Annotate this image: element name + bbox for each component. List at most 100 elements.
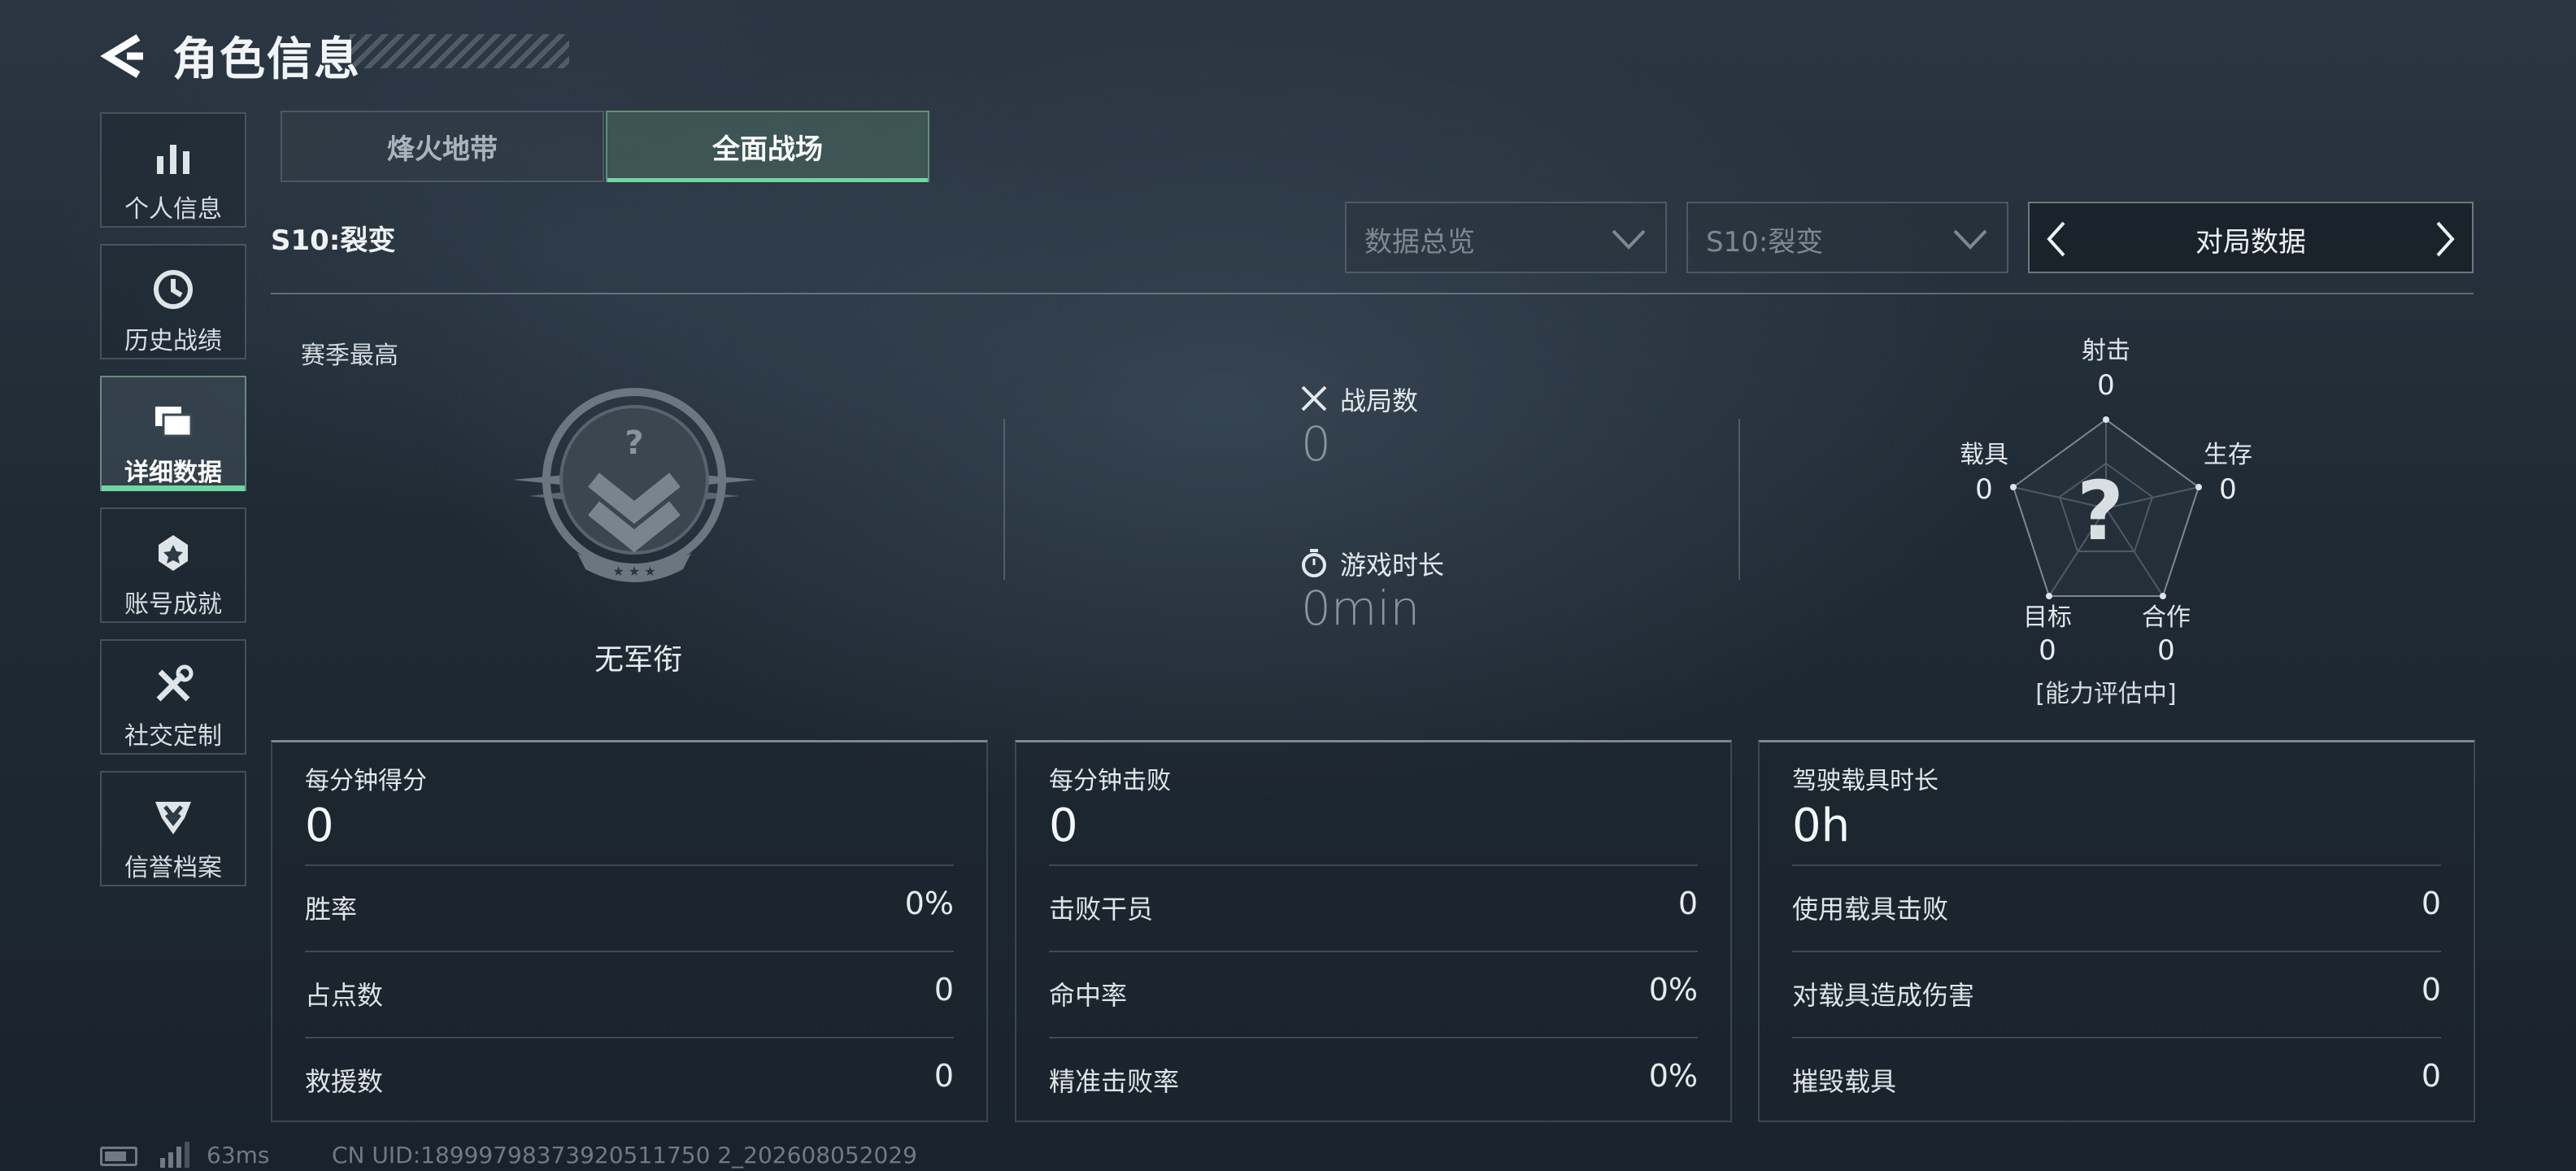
sidebar-item-reputation[interactable]: 信誉档案 xyxy=(100,771,246,886)
sidebar-item-label: 详细数据 xyxy=(124,459,222,487)
playtime-value: 0min xyxy=(1301,581,1421,636)
stat-row: 对载具造成伤害 0 xyxy=(1792,951,2441,1037)
stat-value: 0% xyxy=(904,886,954,921)
season-best-label: 赛季最高 xyxy=(301,342,398,370)
stat-label: 击败干员 xyxy=(1049,894,1154,925)
rank-name: 无军衔 xyxy=(594,643,682,677)
sidebar-item-achievements[interactable]: 账号成就 xyxy=(100,507,246,623)
radar-axis-value: 0 xyxy=(2219,473,2237,506)
stat-row: 精准击败率 0% xyxy=(1049,1037,1698,1123)
chevron-down-icon xyxy=(1953,229,1987,250)
svg-text:★ ★ ★: ★ ★ ★ xyxy=(612,564,655,579)
panel-value: 0h xyxy=(1792,799,1851,852)
stat-value: 0 xyxy=(933,972,954,1008)
stat-label: 摧毁载具 xyxy=(1792,1066,1897,1097)
uid-readout: CN UID:18999798373920511750 2_2026080520… xyxy=(332,1142,917,1169)
stopwatch-icon xyxy=(1302,549,1326,577)
stat-row: 击败干员 0 xyxy=(1049,864,1698,951)
panel-title: 驾驶载具时长 xyxy=(1792,767,1939,795)
stat-label: 胜率 xyxy=(305,894,358,925)
svg-text:?: ? xyxy=(624,424,643,462)
radar-axis-label: 射击 xyxy=(2082,337,2130,365)
stat-value: 0 xyxy=(2421,886,2441,921)
radar-axis-value: 0 xyxy=(1975,473,1993,506)
sidebar-item-label: 社交定制 xyxy=(124,722,222,751)
radar-axis-value: 0 xyxy=(2039,634,2056,667)
tab-label: 全面战场 xyxy=(712,133,823,166)
radar-axis-label: 载具 xyxy=(1960,441,2008,469)
active-indicator xyxy=(102,485,245,491)
bar-chart-icon xyxy=(157,145,189,174)
dropdown-value: S10:裂变 xyxy=(1706,226,1824,259)
season-label: S10:裂变 xyxy=(271,224,396,257)
chevron-left-icon[interactable] xyxy=(98,31,148,81)
stat-value: 0 xyxy=(933,1058,954,1094)
pager-value: 对局数据 xyxy=(2195,226,2306,259)
radar-unknown-mark: ? xyxy=(2077,464,2125,559)
dropdown-value: 数据总览 xyxy=(1364,226,1475,259)
achievement-icon xyxy=(159,535,188,571)
active-indicator xyxy=(607,178,928,182)
radar-status-note: [能力评估中] xyxy=(2035,680,2177,708)
panel-value: 0 xyxy=(1049,799,1078,852)
panel-title: 每分钟击败 xyxy=(1049,767,1171,795)
stat-label: 占点数 xyxy=(305,980,384,1011)
crossed-swords-icon xyxy=(1301,385,1327,411)
page-title: 角色信息 xyxy=(172,33,361,86)
folders-icon xyxy=(155,407,193,437)
stat-row: 救援数 0 xyxy=(305,1037,954,1123)
stat-row: 占点数 0 xyxy=(305,951,954,1037)
stat-label: 救援数 xyxy=(305,1066,384,1097)
divider xyxy=(1003,419,1005,580)
signal-icon xyxy=(160,1142,189,1168)
tab-all-out-war[interactable]: 全面战场 xyxy=(606,111,929,182)
stat-value: 0 xyxy=(2421,1058,2441,1094)
stat-value: 0% xyxy=(1648,972,1698,1008)
shield-rank-icon xyxy=(155,802,191,834)
sidebar-item-label: 账号成就 xyxy=(124,590,222,619)
sidebar-item-personal-info[interactable]: 个人信息 xyxy=(100,112,246,228)
rank-unknown-emblem-icon: ? ★ ★ ★ xyxy=(512,388,756,582)
tab-warfare-zone[interactable]: 烽火地带 xyxy=(281,111,604,182)
kills-panel: 每分钟击败 0 击败干员 0 命中率 0% 精准击败率 0% xyxy=(1015,740,1732,1122)
sidebar-item-label: 历史战绩 xyxy=(124,327,222,355)
matches-label: 战局数 xyxy=(1340,385,1419,416)
stat-row: 使用载具击败 0 xyxy=(1792,864,2441,951)
sidebar-item-social[interactable]: 社交定制 xyxy=(100,639,246,755)
season-dropdown[interactable]: S10:裂变 xyxy=(1686,202,2008,273)
radar-axis-label: 生存 xyxy=(2204,441,2252,469)
radar-axis-label: 合作 xyxy=(2142,603,2191,632)
stat-label: 命中率 xyxy=(1049,980,1128,1011)
tab-label: 烽火地带 xyxy=(387,133,498,166)
radar-axis-value: 0 xyxy=(2157,634,2175,667)
chevron-down-icon xyxy=(1612,229,1646,250)
sidebar-item-label: 个人信息 xyxy=(124,195,222,224)
score-panel: 每分钟得分 0 胜率 0% 占点数 0 救援数 0 xyxy=(271,740,988,1122)
panel-value: 0 xyxy=(305,799,334,852)
tools-icon xyxy=(156,664,194,702)
vehicle-panel: 驾驶载具时长 0h 使用载具击败 0 对载具造成伤害 0 摧毁载具 0 xyxy=(1758,740,2475,1122)
matches-value: 0 xyxy=(1301,416,1331,472)
stat-value: 0 xyxy=(2421,972,2441,1008)
battery-icon xyxy=(100,1147,137,1166)
sidebar-item-label: 信誉档案 xyxy=(124,854,222,882)
stat-value: 0% xyxy=(1648,1058,1698,1094)
stat-label: 对载具造成伤害 xyxy=(1792,980,1975,1011)
playtime-label: 游戏时长 xyxy=(1340,550,1445,581)
sidebar-item-detailed-data[interactable]: 详细数据 xyxy=(100,376,246,491)
stat-value: 0 xyxy=(1677,886,1698,921)
history-clock-icon xyxy=(154,270,193,309)
chevron-right-icon[interactable] xyxy=(2433,220,2457,259)
title-decoration xyxy=(350,34,569,68)
radar-axis-label: 目标 xyxy=(2023,603,2072,632)
sidebar-item-history[interactable]: 历史战绩 xyxy=(100,244,246,359)
stat-row: 命中率 0% xyxy=(1049,951,1698,1037)
panel-title: 每分钟得分 xyxy=(305,767,427,795)
overview-dropdown[interactable]: 数据总览 xyxy=(1345,202,1667,273)
radar-axis-value: 0 xyxy=(2097,369,2115,402)
stat-label: 精准击败率 xyxy=(1049,1066,1180,1097)
data-type-pager: 对局数据 xyxy=(2028,202,2474,273)
divider xyxy=(271,293,2474,294)
stat-row: 胜率 0% xyxy=(305,864,954,951)
stat-row: 摧毁载具 0 xyxy=(1792,1037,2441,1123)
